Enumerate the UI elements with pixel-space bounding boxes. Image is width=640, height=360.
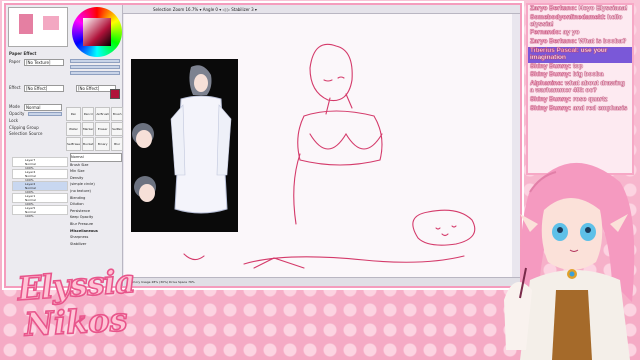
keep-opacity-checkbox[interactable]: Keep Opacity (70, 214, 122, 221)
layer-opacity: 100% (25, 214, 34, 218)
tool-binary[interactable]: Binary (95, 137, 111, 151)
texture-select[interactable]: [No Texture] (24, 59, 64, 66)
lock-label: Lock (9, 118, 19, 123)
tool-pen[interactable]: Pen (66, 107, 81, 121)
layer-row[interactable]: Layer5 Normal 100% (12, 205, 68, 218)
left-panel: Paper Effect Paper [No Texture] Effect [… (6, 5, 124, 286)
tab-paper-effect[interactable]: Paper Effect (9, 51, 36, 57)
tool-blur[interactable]: Blur (111, 137, 124, 151)
chat-username: Shiny Bunny: (530, 62, 572, 70)
blend-mode-label: Mode (9, 104, 20, 109)
chat-text: top (572, 62, 583, 70)
color-square[interactable] (83, 18, 111, 46)
vtuber-avatar (504, 162, 635, 360)
chat-username: Fernando: (530, 29, 562, 37)
chat-text: big booba (572, 71, 604, 79)
tool-marker[interactable]: Marker (81, 122, 95, 136)
tool-selpen[interactable]: SelPen (111, 122, 124, 136)
chat-text: rose quartz (572, 95, 608, 103)
chat-message: Fernando: ay yo (528, 29, 632, 38)
streamer-logo: Elyssia Nikos (6, 261, 146, 356)
dilution-label: Dilution (70, 202, 84, 207)
tool-selerase[interactable]: SelErase (66, 137, 81, 151)
tool-water[interactable]: Water (66, 122, 81, 136)
color-wheel[interactable] (72, 7, 122, 57)
texture-label: Paper (9, 59, 21, 64)
chat-message: Somebodyonlinedamekl: hello elyssia! (528, 14, 632, 30)
brush-texture-select[interactable]: (no texture) (70, 188, 122, 195)
tool-eraser[interactable]: Eraser (95, 122, 111, 136)
current-color-swatch[interactable] (110, 89, 120, 99)
chat-text: What is booba? (578, 38, 627, 46)
brush-size-label: Brush Size (70, 162, 89, 167)
opacity-label: Opacity (9, 111, 25, 116)
tool-bucket[interactable]: Bucket (81, 137, 95, 151)
chat-message: Tiberius Pascal: use your imagination (528, 46, 632, 63)
chat-username: Zaryo Berkano: (530, 5, 577, 12)
chat-text: ay yo (563, 29, 580, 37)
min-size-label: Min Size (70, 169, 85, 174)
brush-shape-select[interactable]: (simple circle) (70, 181, 122, 188)
color-slider-b[interactable] (70, 71, 120, 75)
blending-label: Blending (70, 195, 86, 200)
chat-text: Heyo Elyssiaaa! (578, 5, 628, 12)
chat-text: and red emphasis (572, 104, 628, 112)
chat-username: Zaryo Berkano: (530, 38, 577, 46)
chat-message: Shiny Bunny: rose quartz (528, 96, 632, 105)
opacity-slider[interactable] (28, 112, 62, 116)
misc-section-label: Miscellaneous (70, 228, 98, 233)
layer-row[interactable]: Layer2 Normal 100% (12, 181, 68, 194)
layer-row[interactable]: Layer4 Normal 100% (12, 169, 68, 182)
chat-message: Zaryo Berkano: Heyo Elyssiaaa! (528, 5, 632, 14)
color-slider-g[interactable] (70, 65, 120, 69)
chat-username: Shiny Bunny: (530, 104, 572, 112)
chat-message: Alphanine: what about drawing a warhamme… (528, 80, 632, 96)
chat-message: Shiny Bunny: and red emphasis (528, 105, 632, 114)
navigator-thumbnail[interactable] (8, 7, 68, 47)
blur-pressure-label: Blur Pressure (70, 221, 94, 226)
chat-username: Shiny Bunny: (530, 95, 572, 103)
effect-label: Effect (9, 85, 21, 90)
color-slider-r[interactable] (70, 59, 120, 63)
layer-row[interactable]: Layer1 Normal 100% (12, 193, 68, 206)
tool-pencil[interactable]: Pencil (81, 107, 95, 121)
status-bar: Memory Usage 28% (30%) Drive Space 76% (124, 277, 520, 286)
blend-mode-select[interactable]: Normal (24, 104, 62, 111)
layer-row[interactable]: Layer7 Normal 100% (12, 157, 68, 170)
selection-source-checkbox[interactable]: Selection Source (9, 131, 42, 137)
persistence-label: Persistence (70, 208, 91, 213)
brush-mode-select[interactable]: Normal (70, 153, 122, 162)
chat-message: Zaryo Berkano: What is booba? (528, 38, 632, 47)
paint-tool-window: Paper Effect Paper [No Texture] Effect [… (6, 5, 520, 286)
brush-tool-grid: Pen Pencil AirBrush Brush Water Marker Eraser S… (66, 107, 124, 151)
tool-brush[interactable]: Brush (111, 107, 124, 121)
top-toolbar[interactable]: Selection Zoom 16.7% ▾ Angle 0 ▾ ◁ ▷ Sta… (123, 5, 520, 14)
stabilizer-label: Stabilizer (70, 241, 87, 246)
chat-message: Shiny Bunny: big booba (528, 71, 632, 80)
sharpness-label: Sharpness (70, 235, 89, 240)
chat-username: Shiny Bunny: (530, 71, 572, 79)
density-label: Density (70, 175, 84, 180)
drawing-canvas[interactable] (124, 14, 512, 277)
tool-airbrush[interactable]: AirBrush (95, 107, 111, 121)
effect-select[interactable]: [No Effect] (24, 85, 64, 92)
logo-line-2: Nikos (23, 300, 129, 345)
sketch-lines (183, 43, 476, 269)
